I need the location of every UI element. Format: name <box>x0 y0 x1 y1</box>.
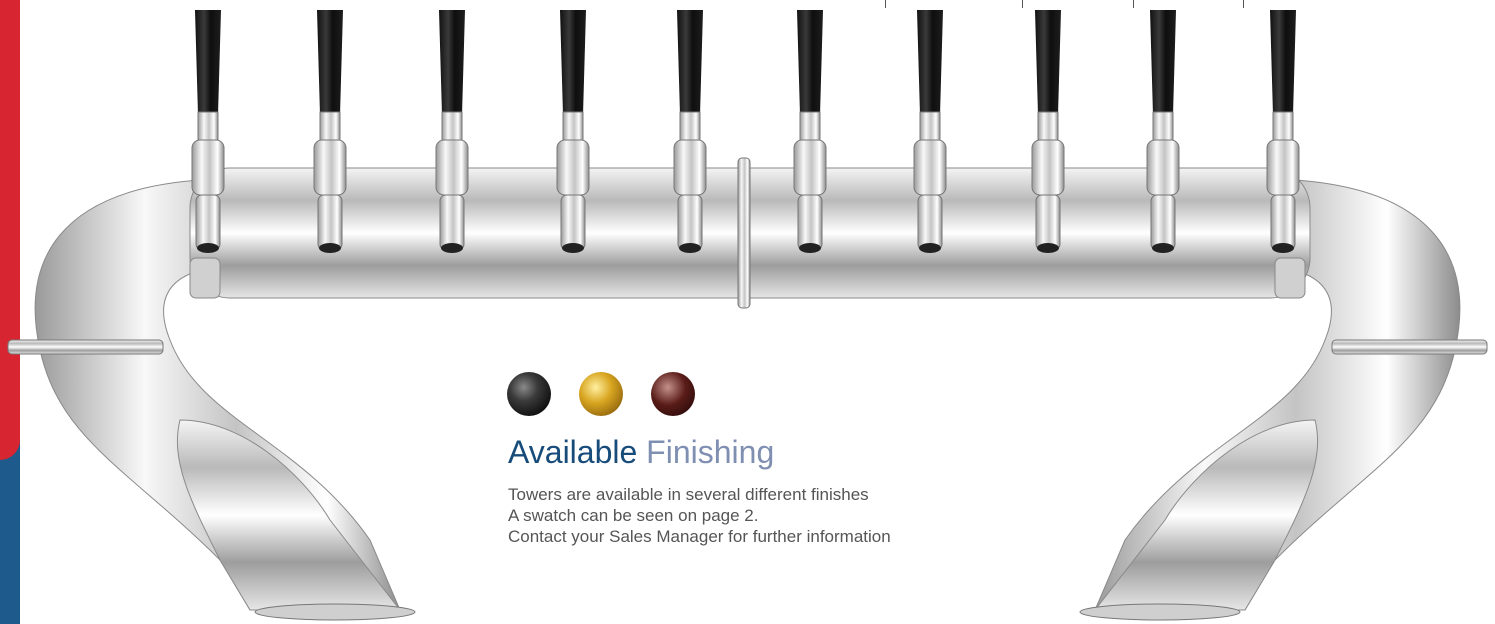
description-line-3: Contact your Sales Manager for further i… <box>508 527 891 546</box>
tap-10 <box>1266 10 1300 253</box>
tap-5 <box>673 10 707 253</box>
description-text: Towers are available in several differen… <box>508 484 891 547</box>
tap-8 <box>1031 10 1065 253</box>
tap-6 <box>793 10 827 253</box>
tap-1 <box>191 10 225 253</box>
description-line-2: A swatch can be seen on page 2. <box>508 506 759 525</box>
tap-3 <box>435 10 469 253</box>
black-finish-swatch <box>507 372 551 416</box>
gold-finish-swatch <box>579 372 623 416</box>
tap-7 <box>913 10 947 253</box>
tap-2 <box>313 10 347 253</box>
heading-secondary: Finishing <box>646 434 775 470</box>
finish-swatches <box>507 372 707 418</box>
section-heading: Available Finishing <box>508 432 774 472</box>
tap-9 <box>1146 10 1180 253</box>
copper-finish-swatch <box>651 372 695 416</box>
tap-4 <box>556 10 590 253</box>
heading-primary: Available <box>508 434 638 470</box>
description-line-1: Towers are available in several differen… <box>508 485 869 504</box>
